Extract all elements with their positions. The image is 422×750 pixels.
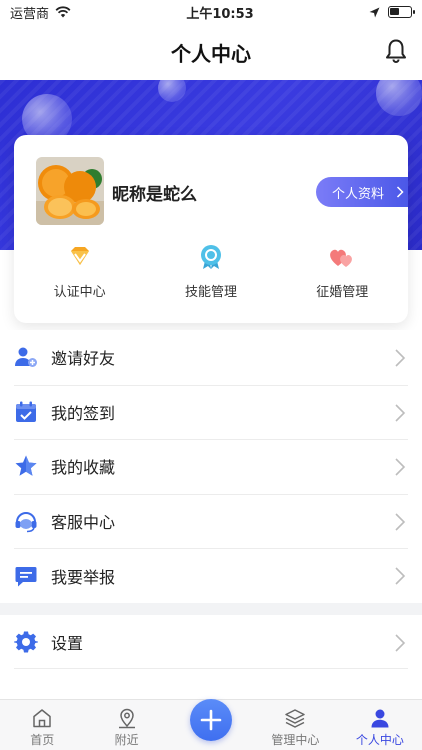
- tab-management[interactable]: 管理中心: [253, 700, 337, 750]
- tab-profile[interactable]: 个人中心: [338, 700, 422, 750]
- location-arrow-icon: [369, 7, 380, 17]
- menu-label: 客服中心: [51, 513, 116, 533]
- menu-label: 我的收藏: [51, 458, 116, 478]
- profile-page: 运营商 上午10:53 个人中心 昵称是蛇么 个人资料 认证中心 技能管理 征婚…: [0, 0, 422, 750]
- menu-label: 邀请好友: [51, 349, 116, 369]
- feature-shortcuts: 认证中心 技能管理 征婚管理: [14, 243, 408, 300]
- bell-icon[interactable]: [384, 38, 408, 64]
- status-bar: 运营商 上午10:53: [0, 0, 422, 24]
- menu-label: 设置: [51, 634, 84, 653]
- chevron-right-icon: [395, 349, 406, 367]
- menu-item-settings[interactable]: 设置: [0, 615, 422, 669]
- tab-label: 首页: [30, 733, 55, 747]
- clock: 上午10:53: [186, 6, 254, 22]
- profile-details-label: 个人资料: [332, 186, 385, 202]
- feature-certification[interactable]: 认证中心: [20, 243, 140, 300]
- chevron-right-icon: [395, 404, 406, 422]
- headset-icon: [14, 509, 38, 533]
- menu-item-checkin[interactable]: 我的签到: [0, 384, 422, 440]
- chevron-right-icon: [395, 458, 406, 476]
- feature-label: 技能管理: [184, 285, 237, 300]
- decor-bubble: [158, 80, 186, 102]
- badge-icon: [200, 245, 221, 269]
- menu-item-report[interactable]: 我要举报: [0, 548, 422, 603]
- tab-label: 附近: [114, 733, 139, 747]
- profile-details-button[interactable]: 个人资料: [316, 177, 408, 207]
- battery-icon: [388, 6, 415, 18]
- tab-label: 个人中心: [355, 733, 404, 747]
- calendar-check-icon: [14, 400, 38, 424]
- feature-matchmaking[interactable]: 征婚管理: [282, 243, 402, 300]
- nickname: 昵称是蛇么: [112, 185, 197, 205]
- chevron-right-icon: [395, 513, 406, 531]
- menu-label: 我要举报: [51, 567, 116, 587]
- menu-item-customer-service[interactable]: 客服中心: [0, 493, 422, 549]
- page-title: 个人中心: [171, 41, 251, 66]
- menu-item-invite-friends[interactable]: 邀请好友: [0, 330, 422, 385]
- tab-nearby[interactable]: 附近: [84, 700, 168, 750]
- feature-skills[interactable]: 技能管理: [151, 243, 271, 300]
- hearts-icon: [330, 249, 353, 267]
- diamond-icon: [70, 247, 89, 265]
- decor-bubble: [376, 80, 422, 116]
- user-card: 昵称是蛇么 个人资料 认证中心 技能管理 征婚管理: [14, 135, 408, 323]
- menu-list: 邀请好友 我的签到 我的收藏 客服中心 我要举报: [0, 330, 422, 603]
- chevron-right-icon: [395, 634, 406, 652]
- carrier-label: 运营商: [10, 6, 50, 22]
- gear-icon: [14, 630, 38, 654]
- chevron-right-icon: [396, 186, 404, 198]
- star-icon: [14, 454, 38, 478]
- section-divider: [0, 603, 422, 615]
- chevron-right-icon: [395, 567, 406, 585]
- add-button[interactable]: [190, 699, 232, 741]
- wifi-icon: [55, 6, 71, 18]
- orange-avatar-image: [36, 157, 104, 225]
- tab-label: 管理中心: [271, 733, 320, 747]
- avatar[interactable]: [36, 157, 104, 225]
- menu-item-favorites[interactable]: 我的收藏: [0, 439, 422, 494]
- plus-icon: [200, 709, 222, 731]
- tab-home[interactable]: 首页: [0, 700, 84, 750]
- location-pin-icon: [118, 708, 135, 729]
- nav-bar: 个人中心: [0, 24, 422, 80]
- invite-user-icon: [14, 345, 38, 369]
- person-icon: [371, 709, 389, 728]
- feature-label: 认证中心: [53, 285, 106, 300]
- layers-icon: [285, 709, 306, 728]
- home-icon: [33, 709, 51, 728]
- menu-label: 我的签到: [51, 403, 116, 423]
- report-chat-icon: [14, 564, 38, 588]
- feature-label: 征婚管理: [316, 285, 369, 300]
